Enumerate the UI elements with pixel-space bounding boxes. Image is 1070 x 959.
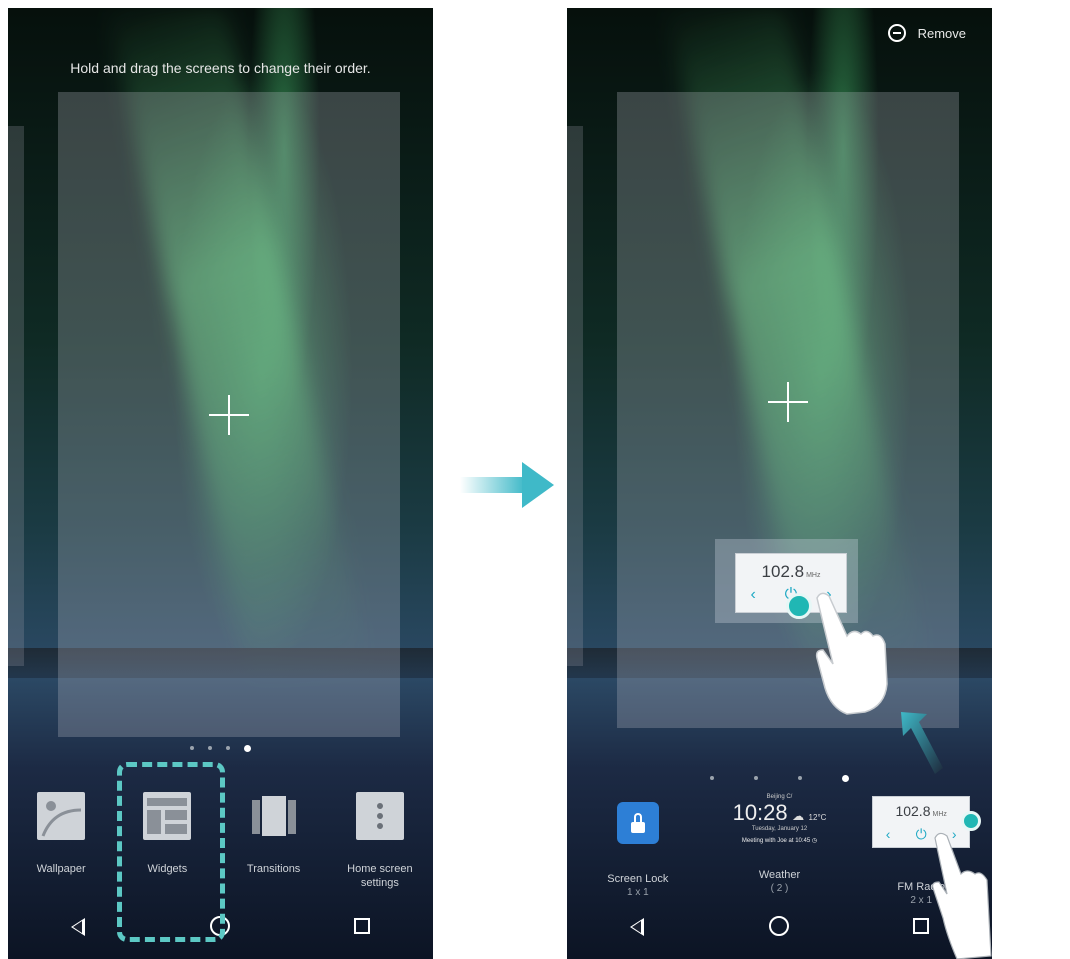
- tray-transitions[interactable]: Transitions: [221, 792, 327, 890]
- page-dot: [710, 776, 714, 780]
- tray-home-settings[interactable]: Home screen settings: [327, 792, 433, 890]
- weather-temp: 12°C: [808, 813, 827, 822]
- widget-label: Weather: [758, 869, 801, 881]
- page-dot: [226, 746, 230, 750]
- page-dot-active: [842, 775, 849, 782]
- tray-wallpaper[interactable]: Wallpaper: [8, 792, 114, 890]
- remove-icon: [887, 24, 906, 42]
- drag-direction-arrow-icon: [901, 712, 943, 774]
- frequency-value: 102.8: [761, 562, 805, 581]
- lock-icon: [616, 802, 659, 844]
- widgets-highlight-frame: [117, 762, 225, 942]
- add-screen-icon[interactable]: [209, 394, 249, 435]
- page-indicator: [8, 745, 433, 752]
- home-button[interactable]: [749, 906, 809, 946]
- recents-button[interactable]: [891, 906, 951, 946]
- hand-pointer-icon: [815, 592, 888, 715]
- home-screen-edit-right: Remove 102.8MHz ‹ ⏻ › Screen Lock 1 x 1: [567, 8, 992, 959]
- widget-screen-lock[interactable]: Screen Lock 1 x 1: [567, 794, 709, 908]
- tray-label: Wallpaper: [36, 863, 86, 875]
- wallpaper-icon: [37, 792, 86, 840]
- widget-label: Screen Lock: [607, 873, 669, 885]
- remove-label: Remove: [917, 25, 966, 41]
- settings-icon: [355, 792, 404, 840]
- page-dot: [798, 776, 802, 780]
- adjacent-screen-preview[interactable]: [8, 126, 24, 666]
- transitions-icon: [250, 792, 298, 840]
- chevron-left-icon[interactable]: ‹: [750, 586, 755, 604]
- screen-preview[interactable]: [617, 92, 959, 728]
- recents-button[interactable]: [332, 906, 392, 946]
- back-icon: [70, 918, 85, 936]
- reorder-hint: Hold and drag the screens to change thei…: [70, 60, 371, 76]
- widget-weather[interactable]: Beijing C/ 10:28 ☁ 12°C Tuesday, January…: [709, 794, 851, 908]
- home-icon: [769, 916, 790, 936]
- adjacent-screen-preview[interactable]: [567, 126, 583, 666]
- back-button[interactable]: [49, 906, 109, 946]
- weather-preview: Beijing C/ 10:28 ☁ 12°C Tuesday, January…: [709, 794, 851, 852]
- page-dot: [208, 746, 212, 750]
- remove-button[interactable]: Remove: [887, 24, 966, 42]
- weather-event: Meeting with Joe at 10:45 ◷: [741, 838, 818, 844]
- navigation-bar: [567, 893, 992, 959]
- frequency-unit: MHz: [932, 811, 947, 818]
- recent-apps-icon: [913, 918, 930, 934]
- back-button[interactable]: [608, 906, 668, 946]
- chevron-left-icon: ‹: [885, 826, 891, 842]
- frequency-unit: MHz: [806, 572, 821, 579]
- weather-time: 10:28: [732, 800, 788, 825]
- frequency-value: 102.8: [895, 803, 931, 819]
- cloud-icon: ☁: [792, 809, 805, 823]
- page-dot-active: [244, 745, 251, 752]
- back-icon: [629, 918, 644, 936]
- recent-apps-icon: [354, 918, 371, 934]
- radio-frequency: 102.8 MHz: [736, 562, 846, 582]
- page-dot: [754, 776, 758, 780]
- tray-label: Transitions: [246, 863, 301, 875]
- screen-preview[interactable]: [58, 92, 400, 737]
- radio-frequency: 102.8 MHz: [873, 803, 969, 819]
- add-screen-icon[interactable]: [768, 382, 808, 422]
- weather-date: Tuesday, January 12: [751, 826, 808, 832]
- power-icon: ⏻: [915, 826, 927, 842]
- tray-label: Home screen settings: [347, 863, 413, 889]
- next-step-arrow-icon: [460, 462, 554, 508]
- page-indicator: [567, 775, 992, 782]
- page-dot: [190, 746, 194, 750]
